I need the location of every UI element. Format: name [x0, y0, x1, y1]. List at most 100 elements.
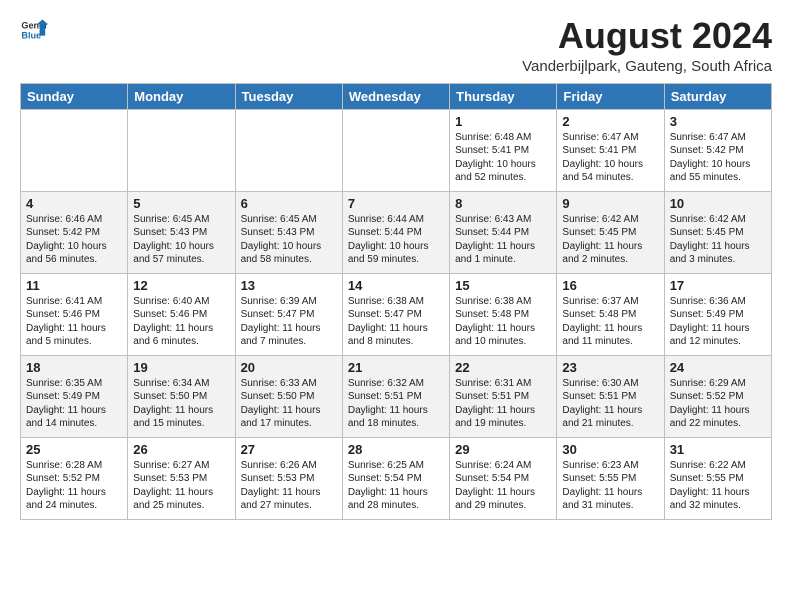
cell-detail: Sunrise: 6:35 AM [26, 377, 122, 391]
cell-detail: Sunset: 5:41 PM [455, 144, 551, 158]
cell-detail: Sunset: 5:52 PM [26, 472, 122, 486]
table-row: 14Sunrise: 6:38 AMSunset: 5:47 PMDayligh… [342, 273, 449, 355]
cell-detail: Sunset: 5:46 PM [26, 308, 122, 322]
cell-detail: Sunset: 5:54 PM [455, 472, 551, 486]
cell-detail: Sunset: 5:53 PM [133, 472, 229, 486]
cell-detail: Daylight: 11 hours and 2 minutes. [562, 240, 658, 267]
cell-detail: Daylight: 10 hours and 52 minutes. [455, 158, 551, 185]
day-number: 7 [348, 196, 444, 211]
day-number: 4 [26, 196, 122, 211]
cell-detail: Daylight: 11 hours and 1 minute. [455, 240, 551, 267]
cell-detail: Sunrise: 6:38 AM [455, 295, 551, 309]
table-row: 18Sunrise: 6:35 AMSunset: 5:49 PMDayligh… [21, 355, 128, 437]
table-row: 5Sunrise: 6:45 AMSunset: 5:43 PMDaylight… [128, 191, 235, 273]
cell-detail: Sunrise: 6:23 AM [562, 459, 658, 473]
cell-detail: Sunset: 5:48 PM [455, 308, 551, 322]
calendar-week-1: 1 Sunrise: 6:48 AMSunset: 5:41 PMDaylight… [21, 109, 772, 191]
cell-detail: Sunrise: 6:47 AM [670, 131, 766, 145]
day-number: 20 [241, 360, 337, 375]
cell-detail: Sunset: 5:55 PM [562, 472, 658, 486]
day-number: 11 [26, 278, 122, 293]
day-number: 30 [562, 442, 658, 457]
cell-detail: Sunrise: 6:32 AM [348, 377, 444, 391]
cell-detail: Daylight: 10 hours and 57 minutes. [133, 240, 229, 267]
table-row [342, 109, 449, 191]
cell-detail: Sunrise: 6:33 AM [241, 377, 337, 391]
calendar-header-row: Sunday Monday Tuesday Wednesday Thursday… [21, 83, 772, 109]
cell-detail: Daylight: 11 hours and 25 minutes. [133, 486, 229, 513]
cell-detail: Sunrise: 6:30 AM [562, 377, 658, 391]
cell-detail: Sunrise: 6:48 AM [455, 131, 551, 145]
col-sunday: Sunday [21, 83, 128, 109]
col-saturday: Saturday [664, 83, 771, 109]
cell-detail: Sunset: 5:50 PM [241, 390, 337, 404]
cell-detail: Sunset: 5:44 PM [455, 226, 551, 240]
cell-detail: Daylight: 10 hours and 58 minutes. [241, 240, 337, 267]
calendar-table: Sunday Monday Tuesday Wednesday Thursday… [20, 83, 772, 520]
month-year-title: August 2024 [522, 16, 772, 56]
cell-detail: Daylight: 10 hours and 59 minutes. [348, 240, 444, 267]
col-friday: Friday [557, 83, 664, 109]
table-row: 9Sunrise: 6:42 AMSunset: 5:45 PMDaylight… [557, 191, 664, 273]
cell-detail: Sunset: 5:47 PM [348, 308, 444, 322]
cell-detail: Sunset: 5:51 PM [562, 390, 658, 404]
cell-detail: Sunrise: 6:41 AM [26, 295, 122, 309]
table-row: 10Sunrise: 6:42 AMSunset: 5:45 PMDayligh… [664, 191, 771, 273]
cell-detail: Daylight: 11 hours and 32 minutes. [670, 486, 766, 513]
table-row: 21Sunrise: 6:32 AMSunset: 5:51 PMDayligh… [342, 355, 449, 437]
day-number: 28 [348, 442, 444, 457]
cell-detail: Sunrise: 6:22 AM [670, 459, 766, 473]
day-number: 26 [133, 442, 229, 457]
day-number: 24 [670, 360, 766, 375]
day-number: 23 [562, 360, 658, 375]
cell-detail: Daylight: 11 hours and 8 minutes. [348, 322, 444, 349]
cell-detail: Sunrise: 6:45 AM [241, 213, 337, 227]
cell-detail: Daylight: 11 hours and 28 minutes. [348, 486, 444, 513]
cell-detail: Sunrise: 6:40 AM [133, 295, 229, 309]
cell-detail: Daylight: 11 hours and 11 minutes. [562, 322, 658, 349]
cell-detail: Sunrise: 6:42 AM [562, 213, 658, 227]
col-tuesday: Tuesday [235, 83, 342, 109]
cell-detail: Sunrise: 6:25 AM [348, 459, 444, 473]
cell-detail: Sunset: 5:48 PM [562, 308, 658, 322]
table-row: 30Sunrise: 6:23 AMSunset: 5:55 PMDayligh… [557, 437, 664, 519]
table-row: 22Sunrise: 6:31 AMSunset: 5:51 PMDayligh… [450, 355, 557, 437]
table-row: 11Sunrise: 6:41 AMSunset: 5:46 PMDayligh… [21, 273, 128, 355]
cell-detail: Sunrise: 6:47 AM [562, 131, 658, 145]
day-number: 13 [241, 278, 337, 293]
cell-detail: Daylight: 11 hours and 7 minutes. [241, 322, 337, 349]
cell-detail: Daylight: 11 hours and 6 minutes. [133, 322, 229, 349]
day-number: 22 [455, 360, 551, 375]
cell-detail: Daylight: 11 hours and 21 minutes. [562, 404, 658, 431]
cell-detail: Sunrise: 6:46 AM [26, 213, 122, 227]
day-number: 10 [670, 196, 766, 211]
cell-detail: Sunrise: 6:43 AM [455, 213, 551, 227]
cell-detail: Sunrise: 6:34 AM [133, 377, 229, 391]
table-row: 3Sunrise: 6:47 AMSunset: 5:42 PMDaylight… [664, 109, 771, 191]
cell-detail: Daylight: 11 hours and 12 minutes. [670, 322, 766, 349]
day-number: 5 [133, 196, 229, 211]
day-number: 25 [26, 442, 122, 457]
day-number: 14 [348, 278, 444, 293]
table-row: 13Sunrise: 6:39 AMSunset: 5:47 PMDayligh… [235, 273, 342, 355]
day-number: 12 [133, 278, 229, 293]
table-row [235, 109, 342, 191]
table-row [21, 109, 128, 191]
table-row: 25Sunrise: 6:28 AMSunset: 5:52 PMDayligh… [21, 437, 128, 519]
cell-detail: Sunset: 5:45 PM [562, 226, 658, 240]
table-row: 2Sunrise: 6:47 AMSunset: 5:41 PMDaylight… [557, 109, 664, 191]
cell-detail: Daylight: 11 hours and 24 minutes. [26, 486, 122, 513]
cell-detail: Daylight: 11 hours and 10 minutes. [455, 322, 551, 349]
day-number: 3 [670, 114, 766, 129]
table-row: 8Sunrise: 6:43 AMSunset: 5:44 PMDaylight… [450, 191, 557, 273]
location-subtitle: Vanderbijlpark, Gauteng, South Africa [522, 58, 772, 75]
table-row [128, 109, 235, 191]
table-row: 20Sunrise: 6:33 AMSunset: 5:50 PMDayligh… [235, 355, 342, 437]
cell-detail: Sunset: 5:53 PM [241, 472, 337, 486]
col-monday: Monday [128, 83, 235, 109]
cell-detail: Daylight: 10 hours and 56 minutes. [26, 240, 122, 267]
logo: General Blue [20, 16, 48, 44]
day-number: 1 [455, 114, 551, 129]
calendar-week-5: 25Sunrise: 6:28 AMSunset: 5:52 PMDayligh… [21, 437, 772, 519]
cell-detail: Daylight: 11 hours and 14 minutes. [26, 404, 122, 431]
